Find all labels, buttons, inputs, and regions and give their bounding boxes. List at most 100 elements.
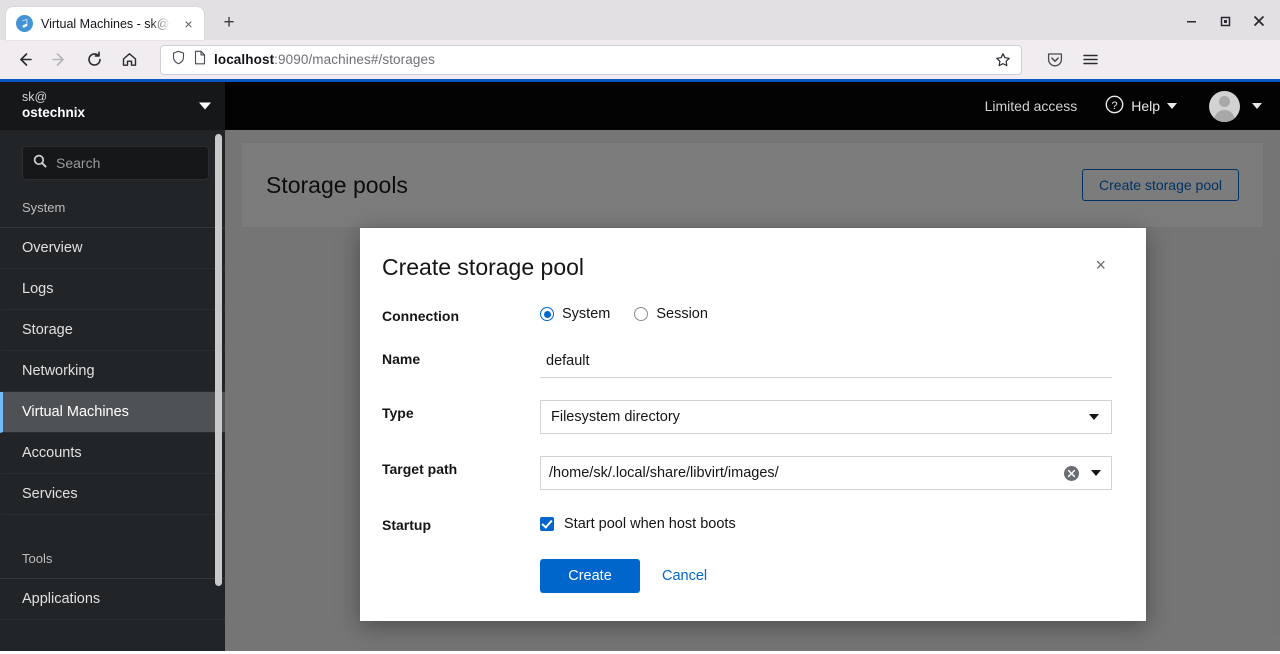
sidebar-item-virtual-machines[interactable]: Virtual Machines bbox=[0, 392, 225, 433]
name-label: Name bbox=[382, 351, 421, 367]
top-navigation-bar: Limited access ? Help bbox=[225, 82, 1280, 130]
tab-strip: Virtual Machines - sk@ostechnix × + bbox=[0, 0, 1280, 40]
actions-group: Create Cancel bbox=[540, 555, 1112, 593]
radio-session-label: Session bbox=[656, 306, 708, 322]
back-icon[interactable] bbox=[8, 45, 41, 75]
sidebar-section-tools: Tools bbox=[0, 541, 225, 579]
sidebar-item-storage[interactable]: Storage bbox=[0, 310, 225, 351]
url-bar[interactable]: localhost:9090/machines#/storages bbox=[160, 44, 1022, 75]
window-maximize-button[interactable] bbox=[1208, 7, 1242, 35]
type-field: Filesystem directory bbox=[540, 400, 1112, 434]
pocket-icon[interactable] bbox=[1038, 45, 1071, 75]
search-icon bbox=[33, 154, 47, 173]
create-storage-pool-dialog: Create storage pool × Connection System … bbox=[360, 228, 1146, 621]
startup-checkbox[interactable] bbox=[540, 517, 554, 531]
sidebar-item-services[interactable]: Services bbox=[0, 474, 225, 515]
radio-session-dot bbox=[634, 307, 649, 321]
startup-checkbox-label: Start pool when host boots bbox=[564, 516, 736, 532]
new-tab-button[interactable]: + bbox=[214, 8, 244, 38]
close-icon[interactable]: × bbox=[1089, 254, 1112, 276]
sidebar-item-applications[interactable]: Applications bbox=[0, 579, 225, 620]
browser-tab[interactable]: Virtual Machines - sk@ostechnix × bbox=[6, 7, 204, 40]
tab-close-icon[interactable]: × bbox=[179, 14, 198, 33]
chevron-down-icon bbox=[1089, 414, 1099, 420]
target-path-combobox[interactable]: /home/sk/.local/share/libvirt/images/ bbox=[540, 456, 1112, 490]
reload-icon[interactable] bbox=[78, 45, 111, 75]
connection-label: Connection bbox=[382, 308, 459, 324]
sidebar-scrollbar[interactable] bbox=[215, 134, 222, 586]
svg-text:?: ? bbox=[1112, 100, 1118, 112]
chevron-down-icon[interactable] bbox=[1091, 470, 1101, 476]
browser-navigation-bar: localhost:9090/machines#/storages bbox=[0, 40, 1280, 82]
sidebar: sk@ ostechnix Search System Overview Log… bbox=[0, 82, 225, 651]
avatar bbox=[1209, 90, 1240, 122]
sidebar-item-networking[interactable]: Networking bbox=[0, 351, 225, 392]
name-field bbox=[540, 346, 1112, 378]
dialog-title: Create storage pool bbox=[382, 254, 585, 280]
sidebar-nav-scroll: Search System Overview Logs Storage Netw… bbox=[0, 130, 225, 651]
dialog-actions-row: Create Cancel bbox=[382, 555, 1112, 593]
page-info-icon[interactable] bbox=[193, 50, 207, 70]
sidebar-section-system: System bbox=[0, 190, 225, 228]
radio-system-dot bbox=[540, 307, 554, 321]
url-text[interactable]: localhost:9090/machines#/storages bbox=[214, 52, 984, 67]
chevron-down-icon bbox=[199, 102, 211, 110]
dialog-header: Create storage pool × bbox=[382, 254, 1112, 303]
forward-icon[interactable] bbox=[43, 45, 76, 75]
cancel-button[interactable]: Cancel bbox=[656, 560, 713, 592]
sidebar-host-switcher[interactable]: sk@ ostechnix bbox=[0, 82, 225, 130]
chevron-down-icon bbox=[1252, 103, 1262, 109]
cockpit-app: sk@ ostechnix Search System Overview Log… bbox=[0, 82, 1280, 651]
target-path-value[interactable]: /home/sk/.local/share/libvirt/images/ bbox=[549, 465, 1052, 481]
help-label: Help bbox=[1131, 98, 1160, 114]
sidebar-host-name: ostechnix bbox=[22, 105, 86, 121]
sidebar-search-wrap: Search bbox=[0, 138, 225, 190]
startup-row: Startup Start pool when host boots bbox=[382, 512, 1112, 533]
sidebar-host-user: sk@ bbox=[22, 89, 48, 104]
tab-title: Virtual Machines - sk@ostechnix bbox=[41, 16, 171, 31]
startup-checkbox-row[interactable]: Start pool when host boots bbox=[540, 512, 1112, 532]
type-select[interactable]: Filesystem directory bbox=[540, 400, 1112, 434]
type-label: Type bbox=[382, 405, 414, 421]
connection-radio-group: System Session bbox=[540, 303, 1112, 322]
target-path-field: /home/sk/.local/share/libvirt/images/ bbox=[540, 456, 1112, 490]
url-host: localhost bbox=[214, 52, 275, 67]
window-controls bbox=[1174, 7, 1276, 35]
startup-field: Start pool when host boots bbox=[540, 512, 1112, 532]
type-row: Type Filesystem directory bbox=[382, 400, 1112, 434]
sidebar-spacer bbox=[0, 515, 225, 541]
limited-access-label[interactable]: Limited access bbox=[967, 98, 1096, 114]
bookmark-star-icon[interactable] bbox=[991, 48, 1015, 72]
home-icon[interactable] bbox=[113, 45, 146, 75]
target-path-row: Target path /home/sk/.local/share/libvir… bbox=[382, 456, 1112, 490]
name-input[interactable] bbox=[540, 346, 1112, 378]
sidebar-item-accounts[interactable]: Accounts bbox=[0, 433, 225, 474]
question-circle-icon: ? bbox=[1105, 95, 1124, 117]
sidebar-host-names: sk@ ostechnix bbox=[22, 90, 85, 123]
create-button[interactable]: Create bbox=[540, 559, 640, 593]
radio-system[interactable]: System bbox=[540, 306, 610, 322]
search-input[interactable]: Search bbox=[22, 146, 209, 180]
cockpit-favicon-icon bbox=[16, 15, 33, 32]
sidebar-item-logs[interactable]: Logs bbox=[0, 269, 225, 310]
sidebar-item-overview[interactable]: Overview bbox=[0, 228, 225, 269]
connection-field: System Session bbox=[540, 303, 1112, 322]
browser-toolbar-right bbox=[1028, 45, 1107, 75]
actions-spacer bbox=[382, 555, 540, 560]
user-menu[interactable] bbox=[1187, 90, 1266, 122]
help-menu[interactable]: ? Help bbox=[1095, 95, 1187, 117]
radio-session[interactable]: Session bbox=[634, 306, 708, 322]
chevron-down-icon bbox=[1167, 103, 1177, 109]
shield-icon[interactable] bbox=[171, 50, 186, 70]
clear-circle-icon[interactable] bbox=[1064, 465, 1079, 481]
type-selected-value: Filesystem directory bbox=[551, 409, 680, 425]
browser-chrome: Virtual Machines - sk@ostechnix × + bbox=[0, 0, 1280, 82]
search-placeholder: Search bbox=[56, 155, 101, 171]
hamburger-menu-icon[interactable] bbox=[1074, 45, 1107, 75]
connection-row: Connection System Session bbox=[382, 303, 1112, 324]
window-close-button[interactable] bbox=[1242, 7, 1276, 35]
dialog-actions: Create Cancel bbox=[540, 555, 1112, 593]
window-minimize-button[interactable] bbox=[1174, 7, 1208, 35]
target-path-label: Target path bbox=[382, 461, 458, 477]
startup-label: Startup bbox=[382, 517, 431, 533]
